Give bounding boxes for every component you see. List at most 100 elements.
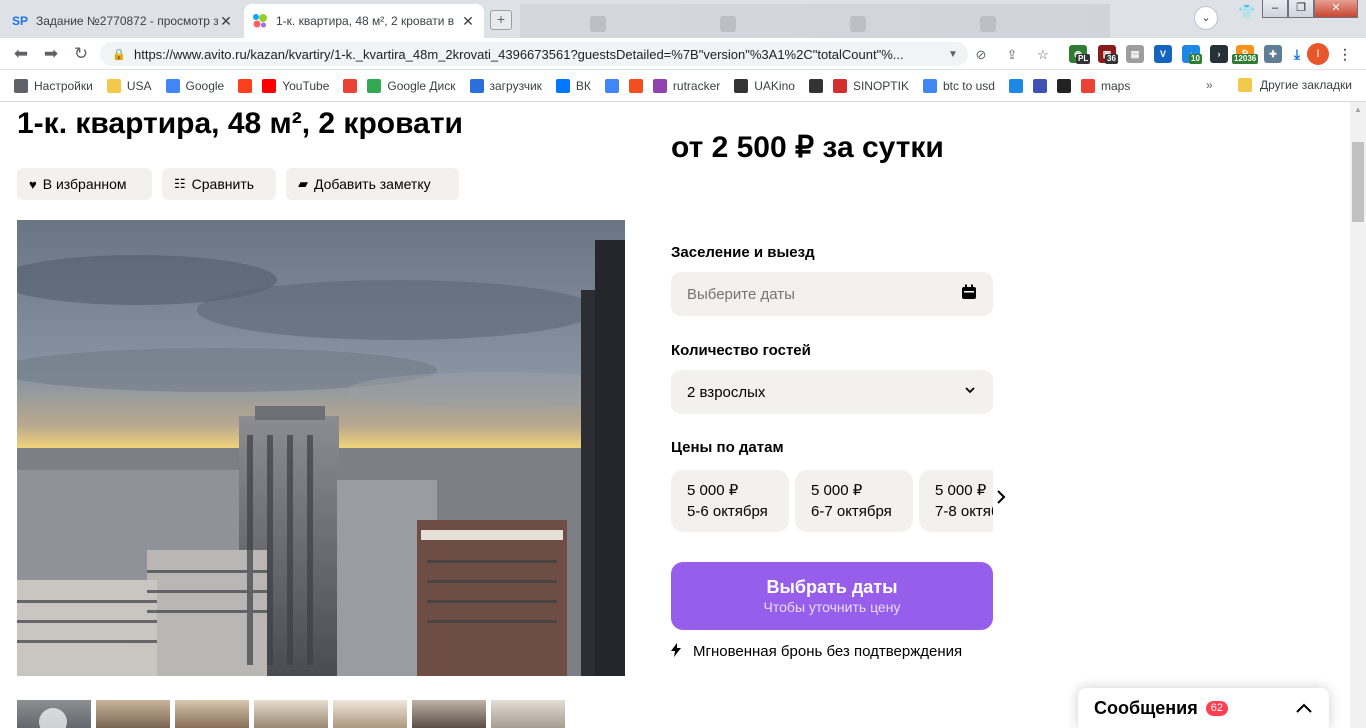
briefcase-extension-icon[interactable]: ▤ (1126, 45, 1144, 63)
tab-favicon-icon[interactable] (980, 16, 996, 32)
compare-button[interactable]: ☷ Сравнить (162, 168, 276, 200)
chevron-up-icon[interactable] (1295, 698, 1313, 719)
address-bar[interactable]: 🔒 https://www.avito.ru/kazan/kvartiry/1-… (100, 42, 968, 66)
tab-search-icon[interactable]: ⌄ (1194, 6, 1218, 30)
thumbnail-image[interactable] (491, 700, 565, 728)
vk-icon (555, 78, 570, 93)
new-tab-button[interactable]: + (490, 10, 512, 30)
reload-icon[interactable]: ↻ (70, 43, 92, 65)
thumbnail-image[interactable] (96, 700, 170, 728)
shirt-icon[interactable]: 👕 (1236, 4, 1258, 20)
download-icon[interactable]: ⤓ (1288, 45, 1306, 63)
thumbnail-image[interactable] (175, 700, 249, 728)
scroll-up-icon[interactable]: ▲ (1350, 102, 1366, 118)
url-text[interactable]: https://www.avito.ru/kazan/kvartiry/1-k.… (134, 47, 948, 62)
close-tab-icon[interactable]: ✕ (460, 13, 476, 30)
close-window-button[interactable]: ✕ (1314, 0, 1358, 18)
tab-avito[interactable]: 1-к. квартира, 48 м², 2 кровати в ✕ (244, 4, 484, 38)
profile-avatar[interactable]: I (1307, 43, 1329, 65)
puzzle-extension-icon[interactable]: ✚ (1264, 45, 1282, 63)
add-note-button[interactable]: ▰ Добавить заметку (286, 168, 459, 200)
other-bookmarks[interactable]: Другие закладки (1238, 78, 1352, 92)
bookmark-item[interactable]: Google Диск (367, 78, 456, 93)
tab-favicon-icon[interactable] (720, 16, 736, 32)
listing-title: 1-к. квартира, 48 м², 2 кровати (17, 107, 463, 140)
tab-task[interactable]: SP Задание №2770872 - просмотр з ✕ (4, 4, 242, 38)
bookmark-item[interactable]: YouTube (262, 78, 330, 93)
chevron-right-icon[interactable] (994, 488, 1008, 512)
tab-favicon-icon[interactable] (850, 16, 866, 32)
back-icon[interactable]: ⬅ (10, 43, 32, 65)
bookmark-item[interactable] (1032, 78, 1047, 93)
background-tabs (520, 4, 1110, 38)
bookmark-item[interactable]: rutracker (652, 78, 720, 93)
guests-select[interactable]: 2 взрослых (671, 370, 993, 414)
price-card[interactable]: 5 000 ₽ 5-6 октября (671, 470, 789, 532)
bookmark-label: UAKino (754, 78, 795, 93)
star-icon[interactable]: ☆ (1034, 46, 1052, 64)
arrow-icon (1032, 78, 1047, 93)
gear-icon (14, 78, 28, 93)
instant-booking-text: Мгновенная бронь без подтверждения (693, 643, 963, 660)
bookmark-item[interactable]: maps (1080, 78, 1130, 93)
bookmark-item[interactable] (1008, 78, 1023, 93)
note-label: Добавить заметку (314, 176, 431, 192)
counter-extension-icon[interactable]: ▣36 (1098, 45, 1118, 64)
price-card-price: 5 000 ₽ (687, 482, 739, 499)
messages-count-badge: 62 (1205, 700, 1228, 716)
bookmark-item[interactable]: ВК (555, 78, 591, 93)
person-icon (808, 78, 823, 93)
minimize-button[interactable]: ‒ (1262, 0, 1288, 18)
price-card[interactable]: 5 000 ₽ 6-7 октября (795, 470, 913, 532)
share-icon[interactable]: ⇪ (1003, 46, 1021, 64)
bookmarks-more-icon[interactable]: » (1206, 78, 1213, 92)
bookmark-item[interactable]: USA (106, 78, 152, 93)
price-card-price: 5 000 ₽ (811, 482, 863, 499)
instant-booking-note: Мгновенная бронь без подтверждения (671, 643, 962, 660)
bookmark-item[interactable]: btc to usd (922, 78, 995, 93)
dates-input[interactable]: Выберите даты (671, 272, 993, 316)
download-counter-extension-icon[interactable]: ↓10 (1182, 45, 1202, 64)
forward-icon[interactable]: ➡ (40, 43, 62, 65)
blocked-popup-icon[interactable]: ⊘ (972, 46, 990, 64)
vpn-extension-icon[interactable]: ◉PL (1069, 45, 1091, 64)
chevron-down-icon (963, 383, 977, 401)
bookmark-item[interactable]: Настройки (14, 78, 93, 93)
bookmark-item[interactable]: SINOPTIK (832, 78, 909, 93)
lock-icon[interactable]: 🔒 (112, 48, 126, 61)
bookmark-label: YouTube (282, 78, 330, 93)
bookmark-item[interactable] (604, 78, 619, 93)
bookmark-label: загрузчик (489, 78, 542, 93)
bitcoin-extension-icon[interactable]: ₿12036 (1232, 45, 1259, 64)
guests-label: Количество гостей (671, 342, 811, 359)
google-icon (165, 78, 180, 93)
messages-widget[interactable]: Сообщения 62 (1078, 688, 1329, 728)
thumbnail-image[interactable] (412, 700, 486, 728)
bookmark-item[interactable] (808, 78, 823, 93)
scrollbar-thumb[interactable] (1352, 142, 1364, 222)
bookmark-item[interactable]: UAKino (734, 78, 795, 93)
youtube-icon (262, 78, 277, 93)
thumbnail-image[interactable] (333, 700, 407, 728)
bookmark-item[interactable]: загрузчик (469, 78, 542, 93)
maximize-button[interactable]: ❐ (1288, 0, 1314, 18)
bookmark-item[interactable] (343, 78, 358, 93)
thumbnail-image[interactable] (254, 700, 328, 728)
menu-icon[interactable]: ⋮ (1336, 45, 1354, 63)
favorite-button[interactable]: ♥ В избранном (17, 168, 152, 200)
bc-icon (1056, 78, 1071, 93)
price-card[interactable]: 5 000 ₽ 7-8 октября (919, 470, 993, 532)
select-dates-button[interactable]: Выбрать даты Чтобы уточнить цену (671, 562, 993, 630)
bookmark-item[interactable] (238, 78, 253, 93)
terminal-extension-icon[interactable]: › (1210, 45, 1228, 63)
close-tab-icon[interactable]: ✕ (218, 13, 234, 30)
main-photo[interactable] (17, 220, 625, 676)
chevron-down-icon[interactable]: ▼ (948, 49, 968, 60)
v-extension-icon[interactable]: V (1154, 45, 1172, 63)
tab-favicon-icon[interactable] (590, 16, 606, 32)
thumbnail-video[interactable] (17, 700, 91, 728)
bookmark-item[interactable] (1056, 78, 1071, 93)
bookmark-item[interactable] (628, 78, 643, 93)
bookmark-item[interactable]: Google (165, 78, 224, 93)
folder-icon (106, 78, 121, 93)
